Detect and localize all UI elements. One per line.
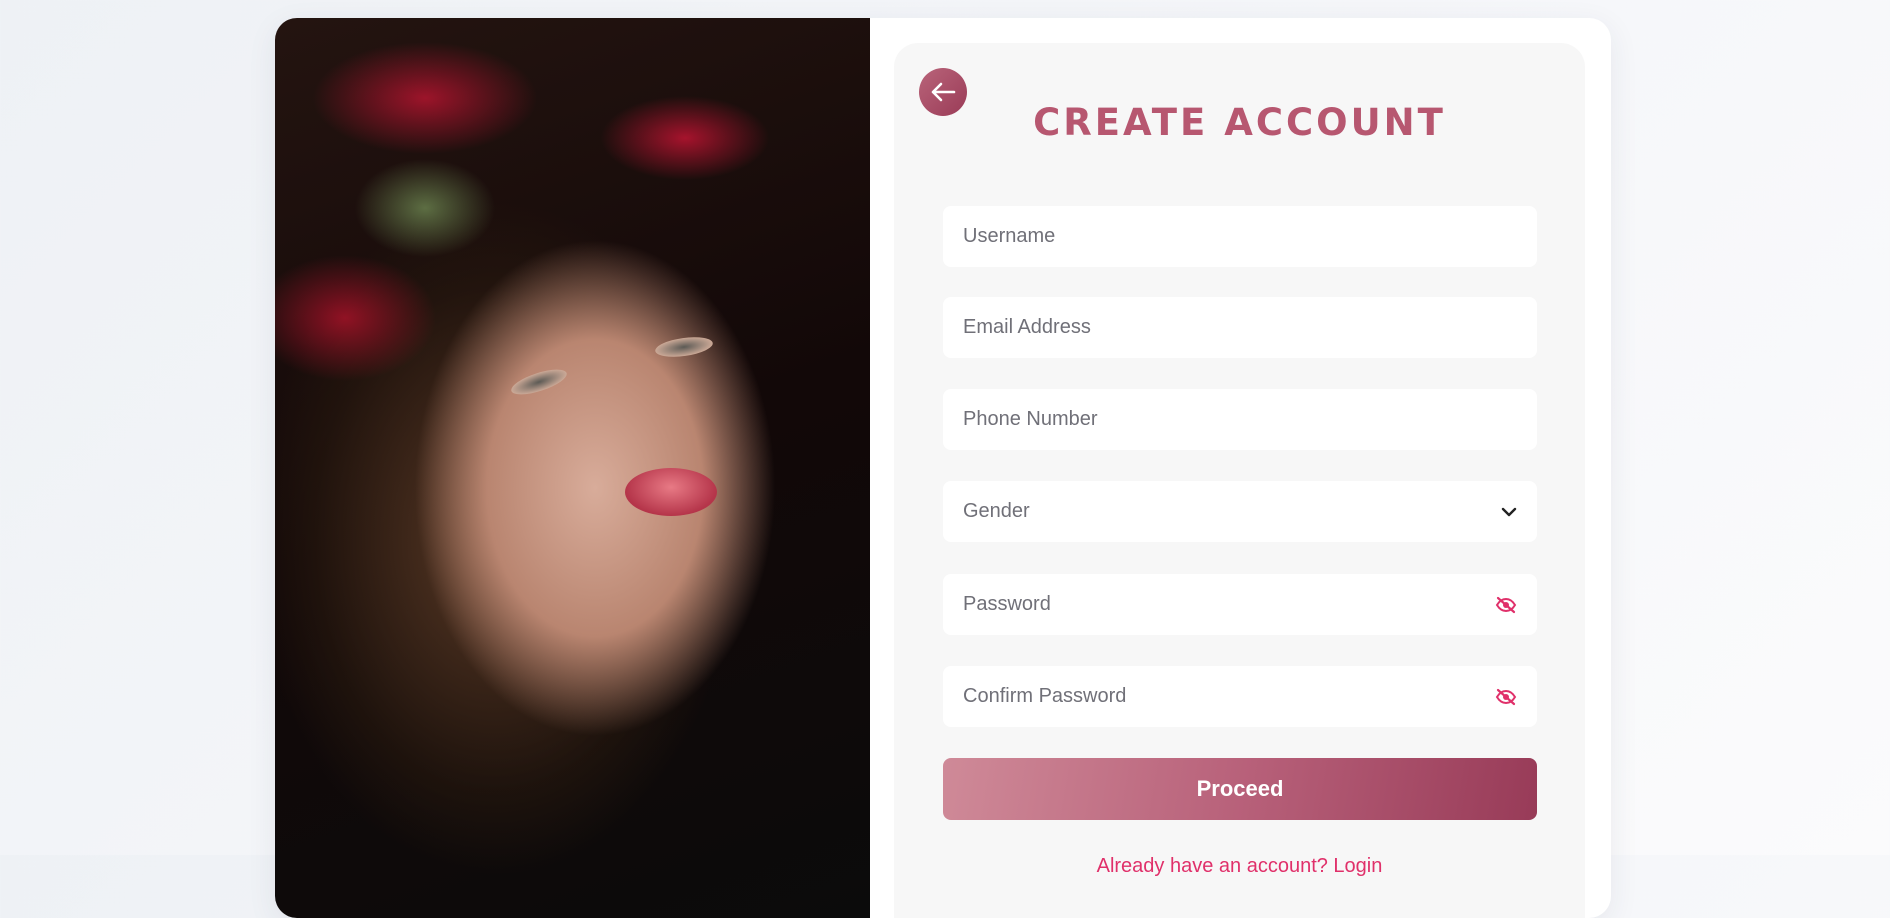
photo-detail xyxy=(625,468,717,516)
chevron-down-icon xyxy=(1501,506,1517,518)
confirm-password-input[interactable]: Confirm Password xyxy=(943,666,1537,727)
proceed-button[interactable]: Proceed xyxy=(943,758,1537,820)
password-input[interactable]: Password xyxy=(943,574,1537,635)
phone-input[interactable]: Phone Number xyxy=(943,389,1537,450)
create-account-panel: CREATE ACCOUNT Username Email Address Ph… xyxy=(894,43,1585,918)
confirm-password-placeholder: Confirm Password xyxy=(963,685,1127,707)
email-input[interactable]: Email Address xyxy=(943,297,1537,358)
login-link[interactable]: Already have an account? Login xyxy=(894,855,1585,878)
email-placeholder: Email Address xyxy=(963,316,1091,338)
page-title: CREATE ACCOUNT xyxy=(1033,101,1446,144)
username-placeholder: Username xyxy=(963,225,1056,247)
phone-placeholder: Phone Number xyxy=(963,408,1098,430)
eye-slash-icon[interactable] xyxy=(1495,688,1517,706)
username-input[interactable]: Username xyxy=(943,206,1537,267)
eye-slash-icon[interactable] xyxy=(1495,596,1517,614)
gender-select[interactable]: Gender xyxy=(943,481,1537,542)
gender-selected-value: Gender xyxy=(963,500,1030,522)
photo-detail xyxy=(654,334,714,360)
photo-detail xyxy=(508,364,570,400)
password-placeholder: Password xyxy=(963,593,1051,615)
arrow-left-icon xyxy=(930,82,956,102)
signup-card: CREATE ACCOUNT Username Email Address Ph… xyxy=(275,18,1611,918)
hero-photo xyxy=(275,18,870,918)
